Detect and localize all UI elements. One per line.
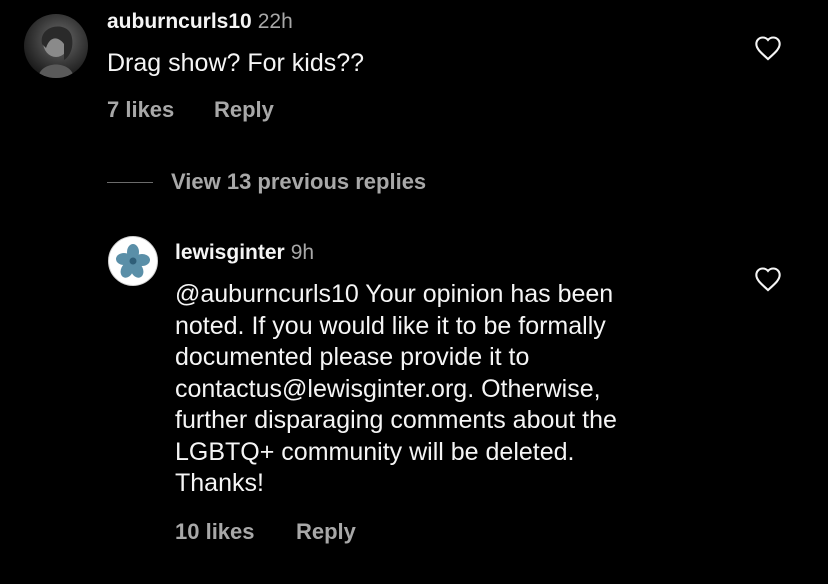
- reply-text-line: @auburncurls10 Your opinion has been: [175, 280, 614, 308]
- user-avatar[interactable]: [24, 14, 88, 78]
- heart-outline-icon[interactable]: [754, 35, 782, 61]
- comment-reply-button[interactable]: Reply: [214, 97, 274, 123]
- reply-username[interactable]: lewisginter: [175, 241, 285, 264]
- reply-text: @auburncurls10 Your opinion has been not…: [175, 279, 617, 500]
- comment-likes[interactable]: 7 likes: [107, 97, 174, 123]
- view-previous-replies[interactable]: View 13 previous replies: [171, 169, 426, 195]
- heart-outline-icon[interactable]: [754, 266, 782, 292]
- comment-username[interactable]: auburncurls10: [107, 10, 252, 33]
- reply-likes[interactable]: 10 likes: [175, 519, 255, 545]
- reply-text-line: further disparaging comments about the: [175, 406, 617, 434]
- comment-text: Drag show? For kids??: [107, 49, 365, 77]
- lewisginter-avatar[interactable]: [108, 236, 158, 286]
- reply-text-line: documented please provide it to: [175, 343, 530, 371]
- reply-reply-button[interactable]: Reply: [296, 519, 356, 545]
- comment-time: 22h: [257, 10, 293, 33]
- comment-header: auburncurls10 22h: [107, 10, 293, 34]
- reply-text-line: LGBTQ+ community will be deleted.: [175, 437, 575, 466]
- reply-header: lewisginter 9h: [175, 241, 314, 265]
- reply-text-line: Thanks!: [175, 469, 264, 497]
- replies-divider-line: [107, 182, 153, 183]
- reply-text-line: noted. If you would like it to be formal…: [175, 311, 606, 340]
- reply-text-line: contactus@lewisginter.org. Otherwise,: [175, 374, 601, 403]
- reply-time: 9h: [290, 241, 315, 264]
- profile-photo: [38, 26, 74, 78]
- flower-logo-icon: [116, 244, 150, 278]
